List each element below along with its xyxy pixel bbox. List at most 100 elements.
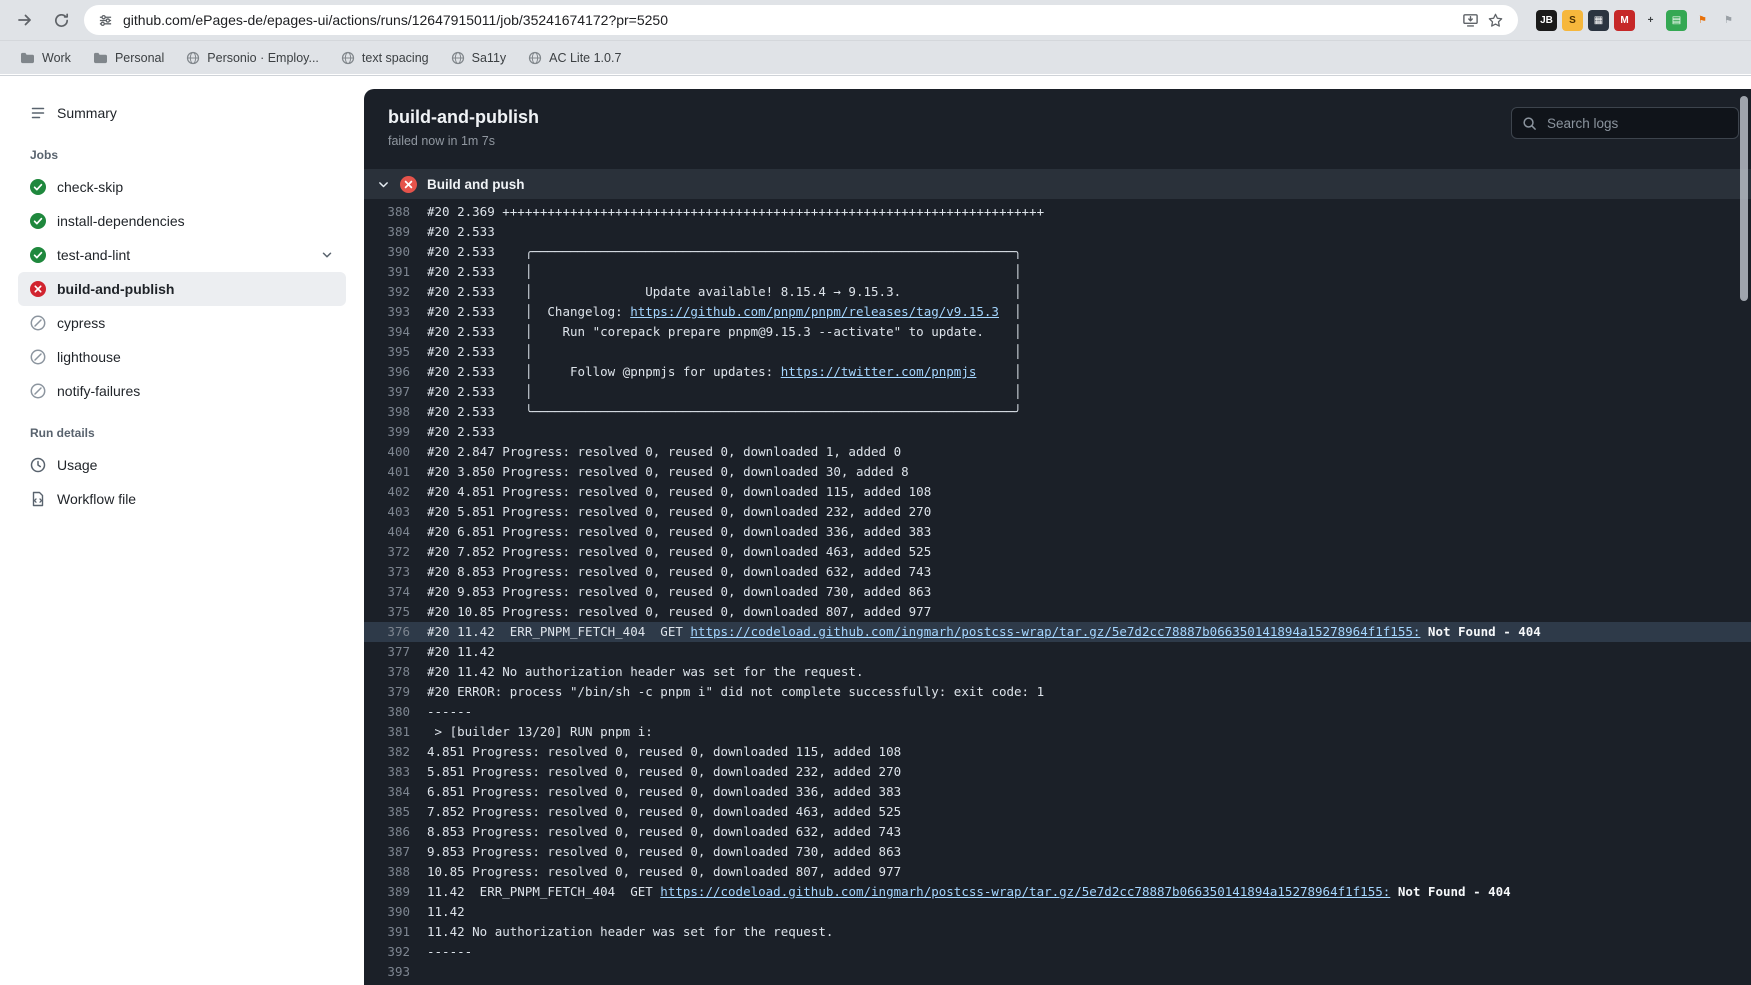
log-line-number[interactable]: 388 [364, 862, 410, 882]
url-bar[interactable]: github.com/ePages-de/epages-ui/actions/r… [84, 5, 1518, 35]
log-line-number[interactable]: 394 [364, 322, 410, 342]
job-label: cypress [57, 315, 106, 331]
log-line-number[interactable]: 391 [364, 262, 410, 282]
log-line-number[interactable]: 384 [364, 782, 410, 802]
log-line-number[interactable]: 398 [364, 402, 410, 422]
log-line: 403 #20 5.851 Progress: resolved 0, reuse… [364, 502, 1751, 522]
log-link[interactable]: https://codeload.github.com/ingmarh/post… [690, 624, 1420, 639]
log-line-number[interactable]: 382 [364, 742, 410, 762]
log-text: 10.85 Progress: resolved 0, reused 0, do… [427, 862, 901, 882]
log-text: #20 2.533 [427, 422, 495, 442]
log-line-number[interactable]: 387 [364, 842, 410, 862]
chevron-down-icon[interactable] [320, 248, 334, 262]
clock-icon [30, 457, 46, 473]
log-line-number[interactable]: 373 [364, 562, 410, 582]
bookmark-item[interactable]: AC Lite 1.0.7 [518, 47, 631, 69]
job-label: build-and-publish [57, 281, 175, 297]
bookmark-item[interactable]: Work [10, 47, 81, 69]
log-text: #20 7.852 Progress: resolved 0, reused 0… [427, 542, 931, 562]
log-line-number[interactable]: 399 [364, 422, 410, 442]
log-line-number[interactable]: 400 [364, 442, 410, 462]
log-link[interactable]: https://twitter.com/pnpmjs [781, 364, 977, 379]
log-line-number[interactable]: 377 [364, 642, 410, 662]
log-line-number[interactable]: 389 [364, 882, 410, 902]
sidebar-job-install-dependencies[interactable]: install-dependencies [18, 204, 346, 238]
log-line-number[interactable]: 383 [364, 762, 410, 782]
log-line-number[interactable]: 381 [364, 722, 410, 742]
sidebar-job-lighthouse[interactable]: lighthouse [18, 340, 346, 374]
log-segment: #20 2.533 [427, 224, 495, 239]
extension-flag-gray-icon[interactable]: ⚑ [1718, 10, 1739, 31]
bookmark-item[interactable]: Sa11y [441, 47, 517, 69]
log-line-number[interactable]: 392 [364, 942, 410, 962]
sidebar-job-test-and-lint[interactable]: test-and-lint [18, 238, 346, 272]
log-line-number[interactable]: 374 [364, 582, 410, 602]
extension-wave-icon[interactable]: ▤ [1666, 9, 1687, 31]
step-header-build-and-push[interactable]: Build and push [364, 169, 1751, 199]
log-line: 401 #20 3.850 Progress: resolved 0, reuse… [364, 462, 1751, 482]
page-scrollbar[interactable] [1740, 96, 1748, 301]
sidebar-job-cypress[interactable]: cypress [18, 306, 346, 340]
extension-grid-icon[interactable]: ▦ [1588, 9, 1609, 31]
log-line-number[interactable]: 388 [364, 202, 410, 222]
log-segment: #20 3.850 Progress: resolved 0, reused 0… [427, 464, 909, 479]
bookmark-star-icon[interactable] [1487, 12, 1504, 29]
log-segment: #20 11.42 ERR_PNPM_FETCH_404 GET [427, 624, 691, 639]
log-line-number[interactable]: 401 [364, 462, 410, 482]
log-line-number[interactable]: 372 [364, 542, 410, 562]
log-line-number[interactable]: 389 [364, 222, 410, 242]
extensions-container: JB S ▦ M + ▤ ⚑ ⚑ [1528, 9, 1739, 31]
sidebar-item-workflow-file[interactable]: Workflow file [18, 482, 346, 516]
log-link[interactable]: https://github.com/pnpm/pnpm/releases/ta… [630, 304, 999, 319]
log-line-number[interactable]: 390 [364, 242, 410, 262]
step-name: Build and push [427, 176, 525, 192]
log-line-number[interactable]: 392 [364, 282, 410, 302]
log-line-number[interactable]: 376 [364, 622, 410, 642]
log-line-number[interactable]: 395 [364, 342, 410, 362]
log-segment: #20 6.851 Progress: resolved 0, reused 0… [427, 524, 932, 539]
sidebar-job-build-and-publish[interactable]: build-and-publish [18, 272, 346, 306]
bookmark-item[interactable]: text spacing [331, 47, 439, 69]
extension-jetbrains-icon[interactable]: JB [1536, 9, 1557, 31]
sidebar-job-notify-failures[interactable]: notify-failures [18, 374, 346, 408]
extension-move-icon[interactable]: + [1640, 10, 1661, 31]
reload-button[interactable] [48, 7, 74, 33]
log-line-number[interactable]: 404 [364, 522, 410, 542]
log-line-number[interactable]: 393 [364, 302, 410, 322]
log-link[interactable]: https://codeload.github.com/ingmarh/post… [660, 884, 1390, 899]
bookmark-item[interactable]: Personio · Employ... [176, 47, 329, 69]
sidebar-job-check-skip[interactable]: check-skip [18, 170, 346, 204]
site-settings-icon[interactable] [98, 13, 113, 28]
search-logs-input[interactable] [1545, 114, 1728, 132]
log-text: #20 2.533 ╭─────────────────────────────… [427, 242, 1022, 262]
log-line-number[interactable]: 396 [364, 362, 410, 382]
log-line-number[interactable]: 386 [364, 822, 410, 842]
sidebar-item-usage[interactable]: Usage [18, 448, 346, 482]
log-line-number[interactable]: 375 [364, 602, 410, 622]
extension-stark-icon[interactable]: S [1562, 9, 1583, 31]
log-text: 11.42 [427, 902, 465, 922]
status-success-icon [30, 179, 46, 195]
log-line-number[interactable]: 402 [364, 482, 410, 502]
forward-button[interactable] [12, 7, 38, 33]
log-segment: > [builder 13/20] RUN pnpm i: [427, 724, 653, 739]
log-line: 395 #20 2.533 │ │ [364, 342, 1751, 362]
log-line-number[interactable]: 380 [364, 702, 410, 722]
sidebar-item-summary[interactable]: Summary [18, 96, 346, 130]
log-line: 388 #20 2.369 +++++++++++++++++++++++++++… [364, 202, 1751, 222]
install-icon[interactable] [1462, 12, 1479, 29]
log-line-number[interactable]: 403 [364, 502, 410, 522]
log-line-number[interactable]: 379 [364, 682, 410, 702]
log-line-number[interactable]: 390 [364, 902, 410, 922]
log-segment: 5.851 Progress: resolved 0, reused 0, do… [427, 764, 902, 779]
log-line-number[interactable]: 393 [364, 962, 410, 982]
log-segment: #20 2.533 ╭─────────────────────────────… [427, 244, 1022, 259]
url-text: github.com/ePages-de/epages-ui/actions/r… [123, 12, 669, 28]
log-line-number[interactable]: 391 [364, 922, 410, 942]
extension-m-icon[interactable]: M [1614, 9, 1635, 31]
extension-flag-orange-icon[interactable]: ⚑ [1692, 10, 1713, 31]
log-line-number[interactable]: 385 [364, 802, 410, 822]
log-line-number[interactable]: 397 [364, 382, 410, 402]
bookmark-item[interactable]: Personal [83, 47, 174, 69]
log-line-number[interactable]: 378 [364, 662, 410, 682]
